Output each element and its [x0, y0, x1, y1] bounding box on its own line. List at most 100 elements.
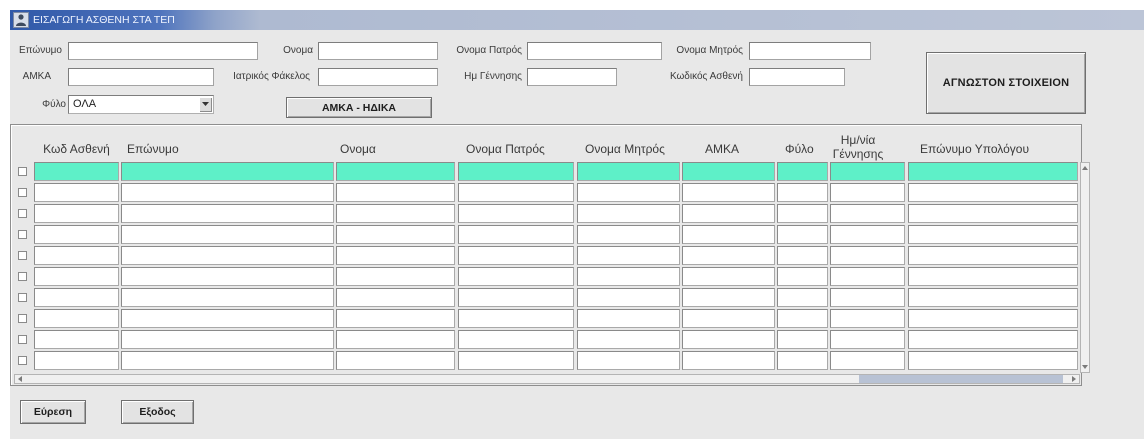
- row-checkbox[interactable]: [18, 356, 27, 365]
- table-cell-gender[interactable]: [777, 267, 828, 286]
- table-cell-code[interactable]: [34, 309, 119, 328]
- patient-code-input[interactable]: [749, 68, 845, 86]
- table-cell-gender[interactable]: [777, 183, 828, 202]
- table-cell-amka[interactable]: [682, 309, 775, 328]
- table-cell-father-name[interactable]: [458, 183, 574, 202]
- table-cell-mother-name[interactable]: [577, 330, 680, 349]
- table-cell-surname[interactable]: [121, 267, 334, 286]
- table-cell-mother-name[interactable]: [577, 246, 680, 265]
- table-cell-gender[interactable]: [777, 351, 828, 370]
- chevron-down-icon[interactable]: [199, 97, 212, 112]
- table-cell-first-name[interactable]: [336, 246, 455, 265]
- table-cell-operator-surname[interactable]: [908, 246, 1078, 265]
- table-cell-operator-surname[interactable]: [908, 204, 1078, 223]
- vertical-scrollbar[interactable]: [1080, 162, 1090, 373]
- table-cell-first-name[interactable]: [336, 204, 455, 223]
- mother-name-input[interactable]: [749, 42, 871, 60]
- scroll-down-icon[interactable]: [1081, 363, 1089, 371]
- table-row[interactable]: [0, 267, 1080, 286]
- table-cell-surname[interactable]: [121, 288, 334, 307]
- table-row[interactable]: [0, 288, 1080, 307]
- table-cell-amka[interactable]: [682, 351, 775, 370]
- table-cell-operator-surname[interactable]: [908, 183, 1078, 202]
- table-row[interactable]: [0, 183, 1080, 202]
- table-cell-birth-date[interactable]: [830, 288, 905, 307]
- table-cell-birth-date[interactable]: [830, 225, 905, 244]
- amka-hdika-button[interactable]: ΑΜΚΑ - ΗΔΙΚΑ: [286, 97, 432, 118]
- table-cell-amka[interactable]: [682, 162, 775, 181]
- row-checkbox[interactable]: [18, 335, 27, 344]
- table-cell-father-name[interactable]: [458, 246, 574, 265]
- table-cell-first-name[interactable]: [336, 267, 455, 286]
- table-cell-birth-date[interactable]: [830, 309, 905, 328]
- table-cell-operator-surname[interactable]: [908, 225, 1078, 244]
- table-cell-amka[interactable]: [682, 330, 775, 349]
- row-checkbox[interactable]: [18, 251, 27, 260]
- gender-select[interactable]: ΟΛΑ: [68, 95, 214, 114]
- table-cell-mother-name[interactable]: [577, 288, 680, 307]
- horizontal-scrollbar[interactable]: [14, 374, 1080, 384]
- table-cell-amka[interactable]: [682, 288, 775, 307]
- table-cell-mother-name[interactable]: [577, 183, 680, 202]
- birth-date-input[interactable]: [527, 68, 617, 86]
- horizontal-scroll-thumb[interactable]: [859, 375, 1063, 383]
- table-cell-gender[interactable]: [777, 204, 828, 223]
- table-cell-gender[interactable]: [777, 246, 828, 265]
- row-checkbox[interactable]: [18, 188, 27, 197]
- table-cell-surname[interactable]: [121, 309, 334, 328]
- table-row[interactable]: [0, 162, 1080, 181]
- table-cell-first-name[interactable]: [336, 309, 455, 328]
- table-cell-amka[interactable]: [682, 246, 775, 265]
- table-cell-father-name[interactable]: [458, 330, 574, 349]
- table-cell-father-name[interactable]: [458, 225, 574, 244]
- table-cell-amka[interactable]: [682, 183, 775, 202]
- table-cell-operator-surname[interactable]: [908, 162, 1078, 181]
- first-name-input[interactable]: [318, 42, 438, 60]
- table-cell-mother-name[interactable]: [577, 225, 680, 244]
- table-cell-birth-date[interactable]: [830, 162, 905, 181]
- scroll-right-icon[interactable]: [1070, 375, 1078, 383]
- exit-button[interactable]: Εξοδος: [121, 400, 194, 424]
- table-cell-birth-date[interactable]: [830, 246, 905, 265]
- table-cell-birth-date[interactable]: [830, 351, 905, 370]
- table-cell-operator-surname[interactable]: [908, 351, 1078, 370]
- table-cell-gender[interactable]: [777, 330, 828, 349]
- table-cell-surname[interactable]: [121, 330, 334, 349]
- table-cell-code[interactable]: [34, 183, 119, 202]
- table-cell-operator-surname[interactable]: [908, 288, 1078, 307]
- title-bar[interactable]: [10, 10, 1144, 30]
- table-cell-mother-name[interactable]: [577, 267, 680, 286]
- table-cell-mother-name[interactable]: [577, 351, 680, 370]
- row-checkbox[interactable]: [18, 314, 27, 323]
- table-cell-surname[interactable]: [121, 351, 334, 370]
- table-cell-surname[interactable]: [121, 204, 334, 223]
- scroll-up-icon[interactable]: [1081, 164, 1089, 172]
- table-cell-birth-date[interactable]: [830, 267, 905, 286]
- table-cell-gender[interactable]: [777, 225, 828, 244]
- table-cell-code[interactable]: [34, 267, 119, 286]
- table-cell-operator-surname[interactable]: [908, 330, 1078, 349]
- table-cell-father-name[interactable]: [458, 288, 574, 307]
- table-row[interactable]: [0, 330, 1080, 349]
- unknown-details-button[interactable]: ΑΓΝΩΣΤΟΝ ΣΤΟΙΧΕΙΟΝ: [926, 52, 1086, 114]
- table-cell-surname[interactable]: [121, 162, 334, 181]
- table-cell-gender[interactable]: [777, 309, 828, 328]
- table-cell-gender[interactable]: [777, 288, 828, 307]
- table-row[interactable]: [0, 351, 1080, 370]
- father-name-input[interactable]: [527, 42, 662, 60]
- table-cell-father-name[interactable]: [458, 204, 574, 223]
- row-checkbox[interactable]: [18, 272, 27, 281]
- table-cell-amka[interactable]: [682, 267, 775, 286]
- table-cell-code[interactable]: [34, 288, 119, 307]
- row-checkbox[interactable]: [18, 167, 27, 176]
- scroll-left-icon[interactable]: [16, 375, 24, 383]
- table-cell-father-name[interactable]: [458, 351, 574, 370]
- find-button[interactable]: Εύρεση: [20, 400, 86, 424]
- row-checkbox[interactable]: [18, 209, 27, 218]
- table-cell-first-name[interactable]: [336, 351, 455, 370]
- table-cell-birth-date[interactable]: [830, 204, 905, 223]
- table-cell-mother-name[interactable]: [577, 204, 680, 223]
- table-cell-code[interactable]: [34, 246, 119, 265]
- table-row[interactable]: [0, 225, 1080, 244]
- surname-input[interactable]: [68, 42, 258, 60]
